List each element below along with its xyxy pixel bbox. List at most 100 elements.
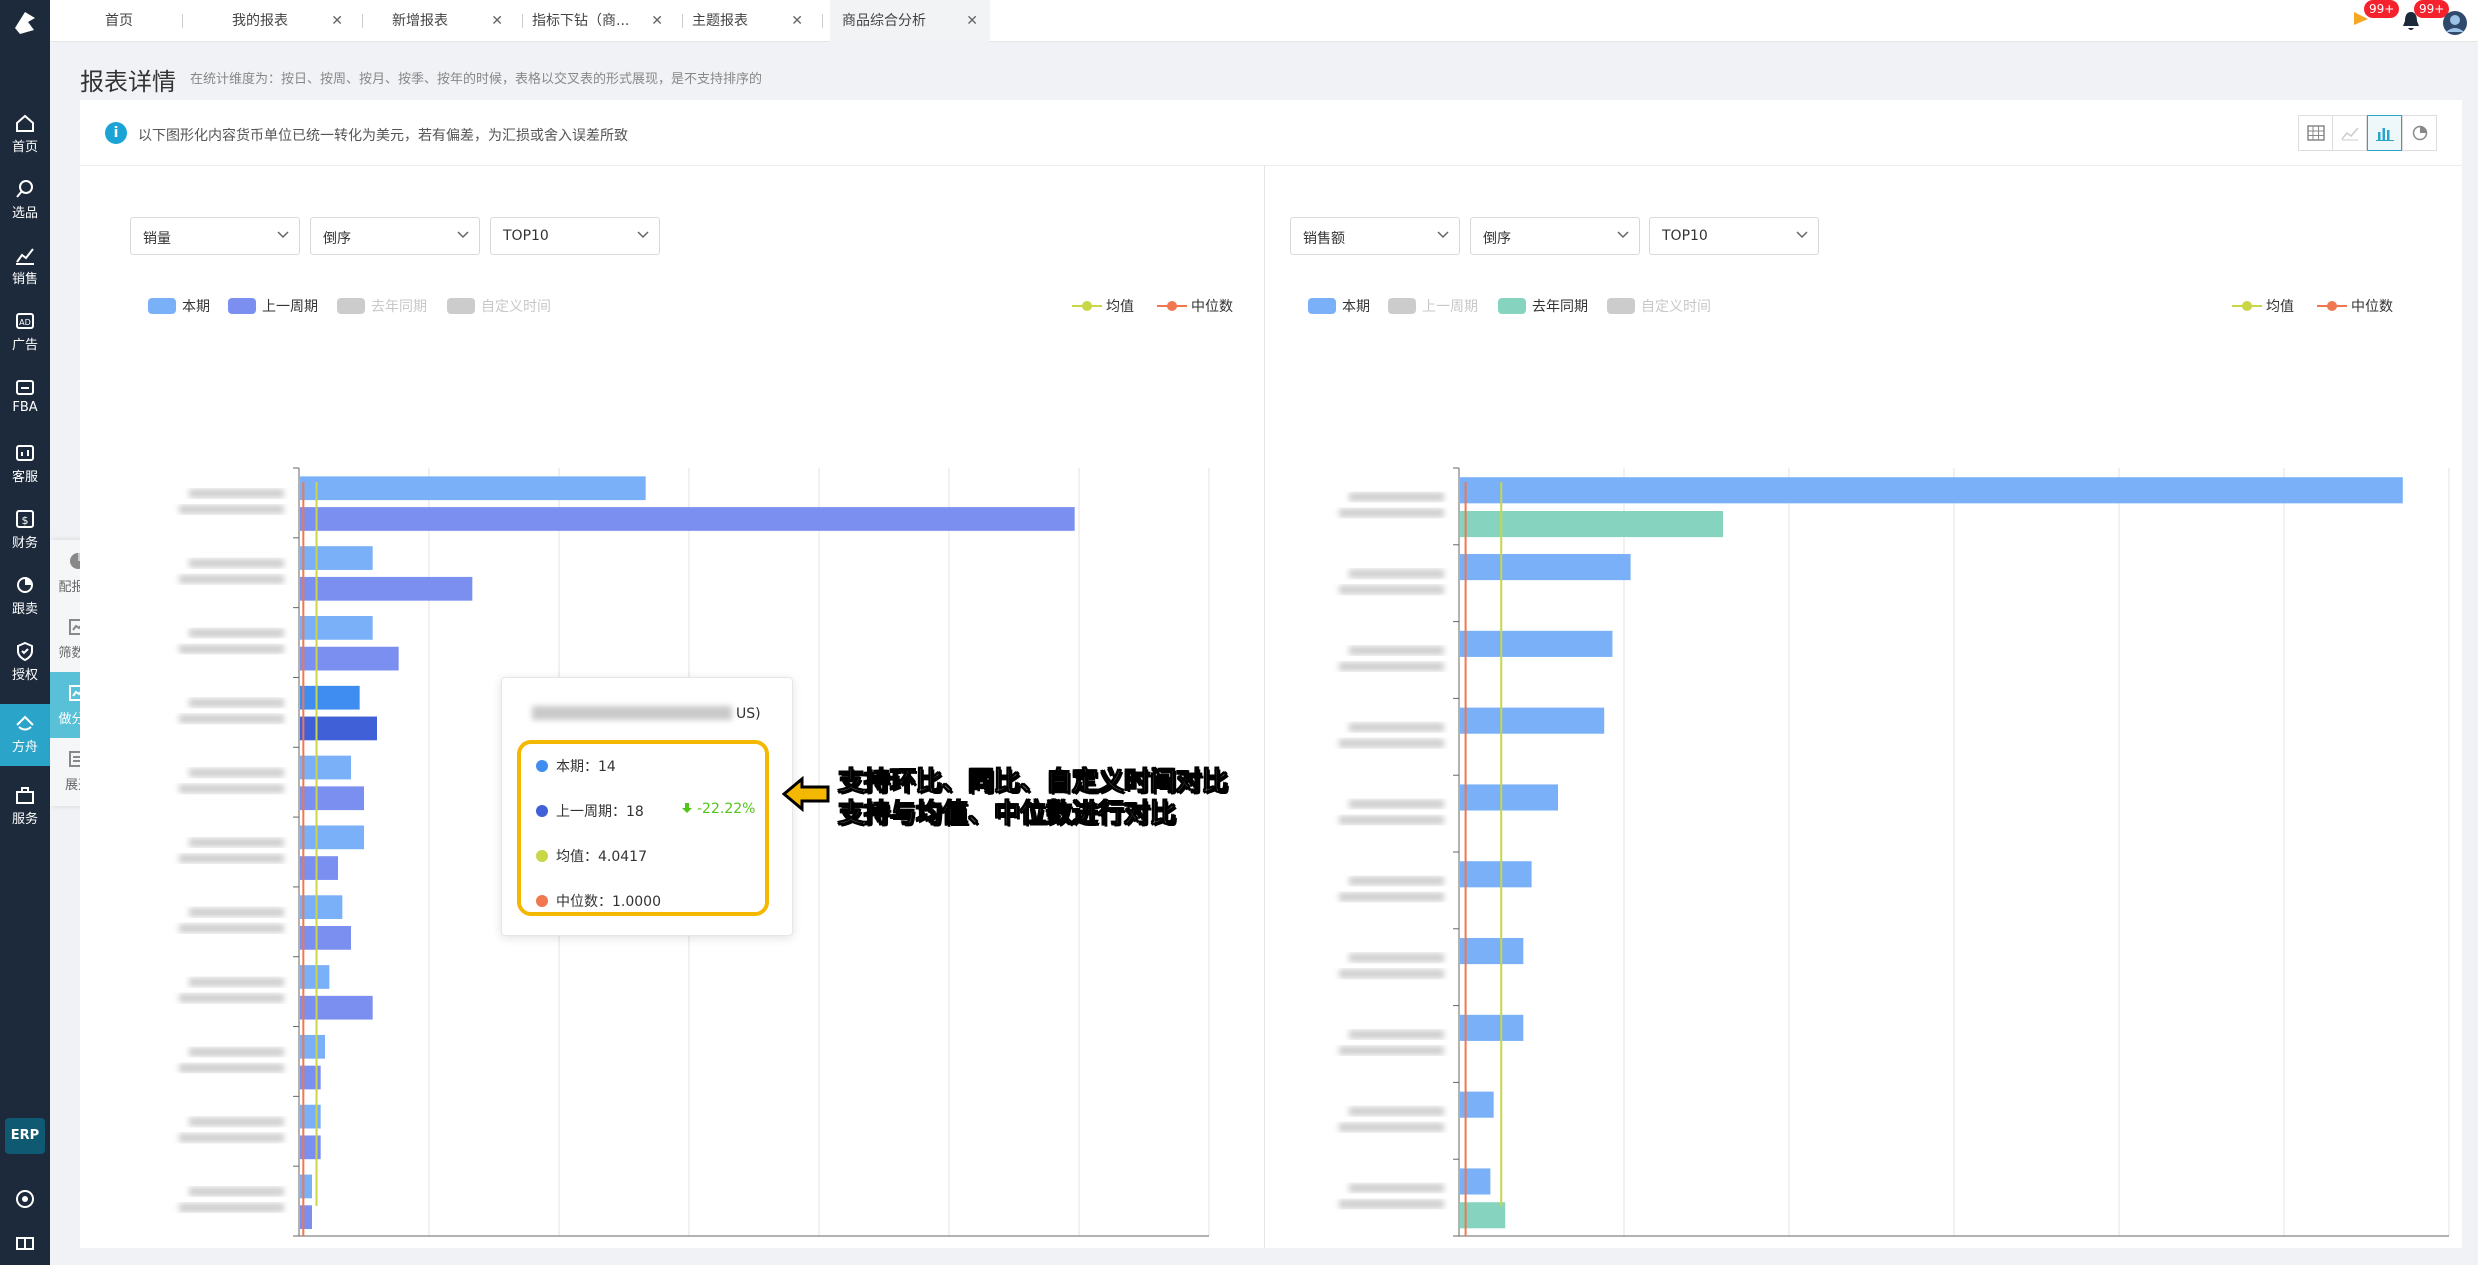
help-icon[interactable] bbox=[0, 1180, 50, 1220]
tab-label: 指标下钻（商... bbox=[532, 13, 630, 29]
gift-icon[interactable] bbox=[0, 1222, 50, 1262]
sidebar-item-7[interactable]: 跟卖 bbox=[0, 566, 50, 628]
sidebar-item-label: 跟卖 bbox=[11, 602, 38, 617]
ark-icon bbox=[16, 715, 34, 731]
category-label-blur bbox=[189, 488, 284, 498]
bar-本期-0 bbox=[1460, 477, 2403, 504]
category-label-blur bbox=[179, 854, 284, 863]
left-legend-mean[interactable]: 均值 bbox=[1072, 296, 1134, 316]
ad-icon: AD bbox=[16, 313, 34, 329]
category-label-blur bbox=[1339, 815, 1444, 825]
flag-icon[interactable]: 99+ bbox=[2350, 0, 2400, 34]
bar-本期-4 bbox=[300, 755, 351, 780]
bar-上一周期-2 bbox=[300, 646, 399, 671]
pie-chart-view-button[interactable] bbox=[2402, 115, 2437, 151]
bell-icon[interactable]: 99+ bbox=[2400, 0, 2450, 34]
tab-1[interactable]: 我的报表 ✕ bbox=[220, 0, 363, 42]
sidebar-item-label: 首页 bbox=[11, 140, 38, 155]
left-legend-prev[interactable]: 上一周期 bbox=[228, 296, 318, 316]
tab-label: 首页 bbox=[105, 13, 133, 29]
sidebar-item-4[interactable]: FBA bbox=[0, 368, 50, 430]
bar-去年同期-0 bbox=[1460, 511, 1723, 538]
right-order-select[interactable]: 倒序 bbox=[1470, 217, 1640, 255]
left-legend-median[interactable]: 中位数 bbox=[1157, 296, 1233, 316]
close-icon[interactable]: ✕ bbox=[331, 0, 343, 42]
notice-text: 以下图形化内容货币单位已统一转化为美元，若有偏差，为汇损或舍入误差所致 bbox=[138, 128, 628, 144]
chevron-down-icon bbox=[1617, 231, 1629, 239]
sidebar-item-label: FBA bbox=[12, 400, 38, 415]
left-metric-select[interactable]: 销量 bbox=[130, 217, 300, 255]
tab-2[interactable]: 新增报表 ✕ bbox=[380, 0, 523, 42]
bar-本期-7 bbox=[300, 965, 330, 989]
category-label-blur bbox=[189, 907, 284, 917]
feature-annotation: 支持环比、同比、自定义时间对比 支持与均值、中位数进行对比 bbox=[782, 766, 1229, 830]
right-top-select[interactable]: TOP10 bbox=[1649, 217, 1819, 255]
bar-本期-6 bbox=[1460, 938, 1524, 965]
annotation-line-2: 支持与均值、中位数进行对比 bbox=[837, 799, 1177, 830]
sidebar-item-8[interactable]: 授权 bbox=[0, 632, 50, 694]
left-legend-custom[interactable]: 自定义时间 bbox=[447, 296, 551, 316]
left-legend-lastyear[interactable]: 去年同期 bbox=[337, 296, 427, 316]
tab-separator bbox=[362, 14, 363, 28]
category-label-blur bbox=[179, 1063, 284, 1073]
erp-button[interactable]: ERP bbox=[5, 1118, 45, 1154]
right-metric-select[interactable]: 销售额 bbox=[1290, 217, 1460, 255]
bar-chart-view-button[interactable] bbox=[2367, 115, 2402, 151]
category-label-blur bbox=[1339, 1199, 1444, 1209]
bar-上一周期-4 bbox=[300, 786, 364, 811]
right-legend-mean[interactable]: 均值 bbox=[2232, 296, 2294, 316]
left-order-select[interactable]: 倒序 bbox=[310, 217, 480, 255]
bar-上一周期-6 bbox=[300, 926, 351, 950]
app-logo[interactable] bbox=[10, 8, 40, 38]
tab-3[interactable]: 指标下钻（商... ✕ bbox=[520, 0, 683, 42]
info-icon: i bbox=[105, 122, 127, 144]
sidebar-item-3[interactable]: AD 广告 bbox=[0, 302, 50, 364]
bar-本期-4 bbox=[1460, 784, 1558, 811]
sidebar-item-6[interactable]: $ 财务 bbox=[0, 500, 50, 562]
main-sidebar: 首页选品销售 AD 广告 FBA 客服 $ 财务跟卖授权方舟服务 ERP bbox=[0, 0, 50, 1265]
sidebar-item-1[interactable]: 选品 bbox=[0, 170, 50, 232]
right-legend-current[interactable]: 本期 bbox=[1308, 296, 1370, 316]
close-icon[interactable]: ✕ bbox=[966, 0, 978, 42]
line-chart-view-button[interactable] bbox=[2332, 115, 2367, 151]
sidebar-item-5[interactable]: 客服 bbox=[0, 434, 50, 496]
tooltip-row-current: 本期：14 bbox=[536, 756, 616, 776]
left-legend-current[interactable]: 本期 bbox=[148, 296, 210, 316]
category-label-blur bbox=[179, 504, 284, 514]
tab-4[interactable]: 主题报表 ✕ bbox=[680, 0, 823, 42]
category-label-blur bbox=[1349, 1106, 1444, 1116]
tab-0[interactable]: 首页 bbox=[105, 0, 183, 42]
right-legend-lastyear[interactable]: 去年同期 bbox=[1498, 296, 1588, 316]
tab-label: 新增报表 bbox=[392, 13, 448, 29]
category-label-blur bbox=[189, 1187, 284, 1197]
tab-5[interactable]: 商品综合分析 ✕ bbox=[830, 0, 990, 42]
tab-label: 商品综合分析 bbox=[842, 13, 926, 29]
right-legend-custom[interactable]: 自定义时间 bbox=[1607, 296, 1711, 316]
tab-separator bbox=[182, 14, 183, 28]
bar-本期-5 bbox=[1460, 861, 1532, 888]
right-legend-median[interactable]: 中位数 bbox=[2317, 296, 2393, 316]
sidebar-item-2[interactable]: 销售 bbox=[0, 236, 50, 298]
sidebar-item-0[interactable]: 首页 bbox=[0, 104, 50, 166]
sidebar-item-label: 选品 bbox=[11, 206, 38, 221]
table-view-button[interactable] bbox=[2298, 115, 2333, 151]
bar-上一周期-3 bbox=[300, 716, 377, 741]
category-label-blur bbox=[189, 977, 284, 987]
avatar[interactable] bbox=[2442, 6, 2470, 35]
close-icon[interactable]: ✕ bbox=[791, 0, 803, 42]
left-top-select[interactable]: TOP10 bbox=[490, 217, 660, 255]
sidebar-item-9[interactable]: 方舟 bbox=[0, 704, 50, 766]
category-label-blur bbox=[189, 768, 284, 778]
close-icon[interactable]: ✕ bbox=[651, 0, 663, 42]
report-panel: i 以下图形化内容货币单位已统一转化为美元，若有偏差，为汇损或舍入误差所致 销量… bbox=[80, 100, 2462, 1248]
close-icon[interactable]: ✕ bbox=[491, 0, 503, 42]
bar-本期-1 bbox=[1460, 554, 1631, 581]
sidebar-item-10[interactable]: 服务 bbox=[0, 776, 50, 838]
category-label-blur bbox=[1349, 646, 1444, 655]
tab-bar: 首页 我的报表 ✕ 新增报表 ✕ 指标下钻（商... ✕ 主题报表 ✕ 商品综合分析 ✕ 99+ 9… bbox=[50, 0, 2478, 42]
right-legend-prev[interactable]: 上一周期 bbox=[1388, 296, 1478, 316]
bar-本期-5 bbox=[300, 825, 364, 850]
tooltip-row-prev: 上一周期：18 bbox=[536, 801, 644, 821]
trend-icon bbox=[16, 248, 34, 265]
bar-本期-6 bbox=[300, 895, 343, 920]
